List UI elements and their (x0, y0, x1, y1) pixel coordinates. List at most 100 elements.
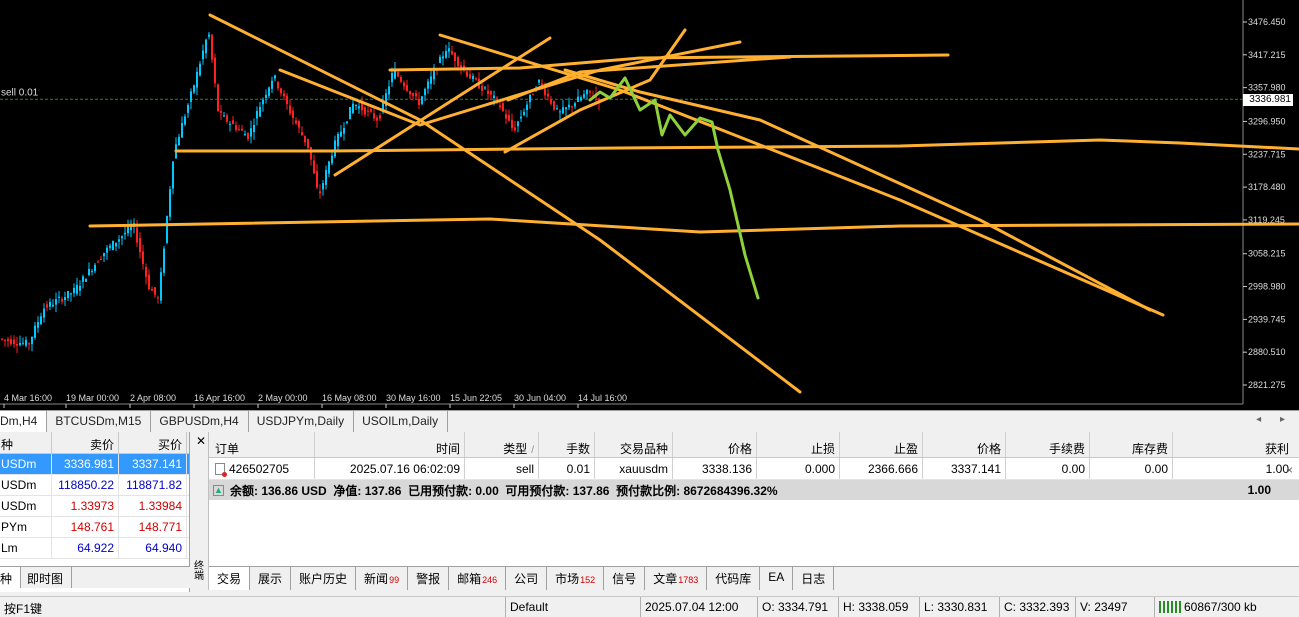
col-tp-header[interactable]: 止盈 (840, 432, 923, 457)
trade-row[interactable]: 426502705 2025.07.16 06:02:09 sell 0.01 … (209, 458, 1299, 480)
tab-experts[interactable]: EA (760, 567, 794, 590)
candle-bull (223, 115, 225, 117)
tab-market[interactable]: 市场152 (547, 567, 605, 590)
watch-ask: 64.940 (119, 538, 187, 558)
candle-bull (346, 121, 348, 123)
candle-bull (163, 248, 165, 273)
candle-bear (499, 105, 501, 108)
candle-bull (556, 108, 558, 110)
chart-tab-xauusd-h4[interactable]: Dm,H4 (0, 411, 48, 432)
col-current-price-header[interactable]: 价格 (923, 432, 1006, 457)
candle-bull (265, 94, 267, 98)
candle-bear (397, 72, 399, 77)
candle-bull (199, 63, 201, 76)
status-help: 按F1键 (0, 597, 506, 617)
col-symbol-header[interactable]: 种 (0, 432, 52, 453)
col-lots-header[interactable]: 手数 (539, 432, 595, 457)
candle-bull (583, 94, 585, 98)
close-icon[interactable]: ✕ (196, 434, 206, 448)
candle-bear (550, 98, 552, 104)
col-profit-header[interactable]: 获利 (1173, 432, 1299, 457)
watch-ask: 3337.141 (119, 454, 187, 474)
candle-bear (451, 51, 453, 55)
tab-mailbox[interactable]: 邮箱246 (449, 567, 507, 590)
candle-bull (574, 103, 576, 107)
candle-bear (403, 82, 405, 87)
chart-tab-usoil-daily[interactable]: USOILm,Daily (354, 411, 449, 432)
candle-bull (421, 96, 423, 105)
trade-symbol: xauusdm (595, 458, 673, 479)
watch-row[interactable]: USDm 118850.22 118871.82 (0, 475, 189, 496)
status-low: L: 3330.831 (920, 597, 1000, 617)
candle-bear (547, 93, 549, 97)
trade-order: 426502705 (209, 458, 315, 479)
col-swap-header[interactable]: 库存费 (1090, 432, 1173, 457)
col-ask-header[interactable]: 买价 (119, 432, 187, 453)
candle-bull (172, 161, 174, 189)
chart-tab-usdjpy-daily[interactable]: USDJPYm,Daily (249, 411, 355, 432)
col-commission-header[interactable]: 手续费 (1006, 432, 1090, 457)
tab-badge: 246 (482, 575, 498, 585)
tab-code-base[interactable]: 代码库 (707, 567, 761, 590)
tab-account-history[interactable]: 账户历史 (291, 567, 357, 590)
candle-bull (334, 140, 336, 157)
candle-bear (280, 88, 282, 94)
col-symbol-header[interactable]: 交易品种 (595, 432, 673, 457)
trendline-drawing (438, 33, 1165, 317)
tab-label: 邮箱 (457, 572, 482, 586)
candle-bear (367, 110, 369, 112)
trade-type: sell (465, 458, 539, 479)
candle-bull (55, 299, 57, 305)
time-tick-label: 2 May 00:00 (258, 393, 308, 403)
col-type-header[interactable]: 类型 / (465, 432, 539, 457)
candle-bull (256, 110, 258, 119)
candle-bull (448, 48, 450, 52)
col-sl-header[interactable]: 止损 (757, 432, 840, 457)
candle-bull (22, 342, 24, 344)
col-order-header[interactable]: 订单 (209, 432, 315, 457)
chart-tab-btcusd-m15[interactable]: BTCUSDm,M15 (47, 411, 152, 432)
tab-tick-chart[interactable]: 即时图 (21, 567, 73, 588)
tab-scroll-arrows-icon[interactable]: ◂ ▸ (1256, 414, 1293, 425)
status-open: O: 3334.791 (758, 597, 839, 617)
tab-journal[interactable]: 日志 (793, 567, 835, 590)
tab-news[interactable]: 新闻99 (356, 567, 409, 590)
candle-bull (340, 131, 342, 137)
tab-signals[interactable]: 信号 (604, 567, 646, 590)
status-profile[interactable]: Default (506, 597, 641, 617)
time-tick-label: 2 Apr 08:00 (130, 393, 176, 403)
tab-badge: 152 (580, 575, 596, 585)
candle-bear (238, 129, 240, 131)
candle-bull (88, 268, 90, 276)
watch-row[interactable]: USDm 3336.981 3337.141 (0, 454, 189, 475)
chart-canvas[interactable]: 3476.450 3417.215 3357.980 3296.950 3237.715… (0, 0, 1299, 410)
trade-stop-loss: 0.000 (757, 458, 840, 479)
tab-articles[interactable]: 文章1783 (645, 567, 708, 590)
watch-row[interactable]: PYm 148.761 148.771 (0, 517, 189, 538)
candle-bear (412, 93, 414, 96)
tab-exposure[interactable]: 展示 (250, 567, 292, 590)
tab-alerts[interactable]: 警报 (408, 567, 450, 590)
candle-bull (205, 39, 207, 54)
col-price-header[interactable]: 价格 (673, 432, 757, 457)
sell-order-label: sell 0.01 (1, 87, 39, 98)
watch-row[interactable]: Lm 64.922 64.940 (0, 538, 189, 559)
time-tick-label: 30 Jun 04:00 (514, 393, 566, 403)
candle-bear (319, 191, 321, 194)
candle-bear (145, 267, 147, 277)
watch-row[interactable]: USDm 1.33973 1.33984 (0, 496, 189, 517)
candle-bear (286, 95, 288, 105)
price-chart[interactable]: 3476.450 3417.215 3357.980 3296.950 3237.715… (0, 0, 1299, 410)
tab-trade[interactable]: 交易 (209, 567, 251, 590)
tab-company[interactable]: 公司 (506, 567, 548, 590)
candle-bull (493, 95, 495, 98)
candle-bear (142, 251, 144, 265)
tab-symbols[interactable]: 种 (0, 567, 22, 588)
candle-bull (112, 241, 114, 251)
col-time-header[interactable]: 时间 (315, 432, 465, 457)
candle-bear (154, 287, 156, 295)
col-bid-header[interactable]: 卖价 (52, 432, 119, 453)
close-order-icon[interactable]: × (1286, 463, 1293, 477)
watch-bid: 3336.981 (52, 454, 119, 474)
chart-tab-gbpusd-h4[interactable]: GBPUSDm,H4 (151, 411, 249, 432)
